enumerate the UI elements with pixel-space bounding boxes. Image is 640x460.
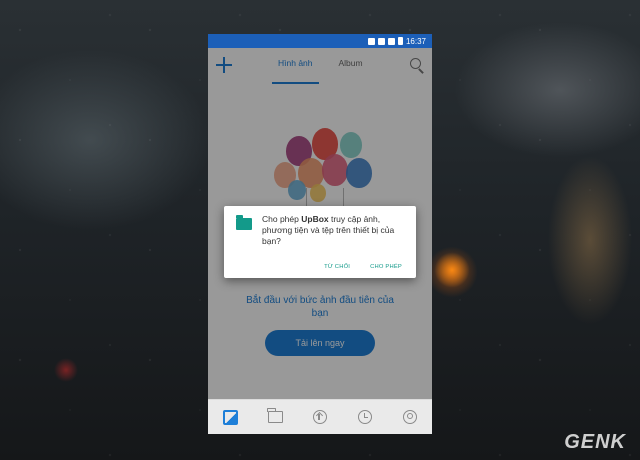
dialog-actions: TỪ CHỐI CHO PHÉP <box>324 264 402 270</box>
battery-icon <box>397 37 403 45</box>
genk-watermark: GENK <box>564 431 626 453</box>
nav-upload[interactable] <box>308 405 332 429</box>
alarm-icon <box>367 37 375 45</box>
account-icon <box>402 410 417 424</box>
nav-photos[interactable] <box>218 405 242 429</box>
recent-icon <box>357 410 372 424</box>
folder-icon <box>236 215 252 230</box>
permission-message: Cho phép UpBox truy cập ảnh, phương tiện… <box>262 214 395 246</box>
wifi-icon <box>377 37 385 45</box>
allow-button[interactable]: CHO PHÉP <box>370 264 402 270</box>
signal-icon <box>387 37 395 45</box>
upload-icon <box>312 410 327 424</box>
deny-button[interactable]: TỪ CHỐI <box>324 264 350 270</box>
status-bar: 47 16:37 <box>208 34 432 48</box>
folder-icon <box>267 408 283 423</box>
app-name: UpBox <box>301 214 329 224</box>
nav-folders[interactable] <box>263 405 287 429</box>
nav-recent[interactable] <box>353 405 377 429</box>
status-time: 16:37 <box>405 36 426 46</box>
photos-icon <box>222 409 238 425</box>
bottom-nav <box>208 399 432 434</box>
nav-account[interactable] <box>398 405 422 429</box>
permission-dialog: Cho phép UpBox truy cập ảnh, phương tiện… <box>224 206 416 278</box>
